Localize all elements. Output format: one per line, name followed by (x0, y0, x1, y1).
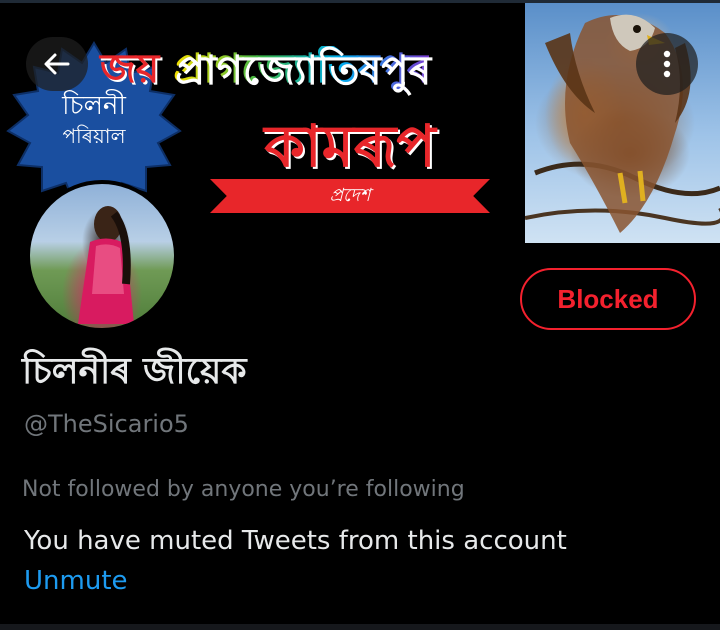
user-handle: @TheSicario5 (24, 410, 189, 438)
more-options-button[interactable] (636, 33, 698, 95)
banner-pradesh-ribbon: প্ৰদেশ (210, 179, 490, 213)
eagle-photo (525, 3, 720, 243)
bottom-divider (0, 624, 720, 630)
arrow-left-icon (44, 53, 70, 75)
banner-title-joy: জয় (100, 46, 160, 92)
blocked-button[interactable]: Blocked (520, 268, 696, 330)
avatar[interactable] (26, 180, 178, 332)
badge-line-2: পৰিয়াল (62, 124, 126, 148)
banner-title: জয় প্ৰাগজ্যোতিষপুৰ (100, 39, 429, 99)
banner-title-pragjyotishpur: প্ৰাগজ্যোতিষপুৰ (173, 46, 430, 92)
display-name: চিলনীৰ জীয়েক (22, 351, 247, 392)
unmute-link[interactable]: Unmute (24, 562, 128, 600)
back-button[interactable] (26, 37, 88, 91)
more-vertical-icon (663, 50, 671, 78)
banner-kamrup: কামৰূপ (264, 112, 436, 180)
muted-account-note: You have muted Tweets from this account (24, 526, 567, 556)
badge-label: চিলনী পৰিয়াল (6, 91, 182, 151)
followers-you-know-note: Not followed by anyone you’re following (22, 477, 465, 502)
